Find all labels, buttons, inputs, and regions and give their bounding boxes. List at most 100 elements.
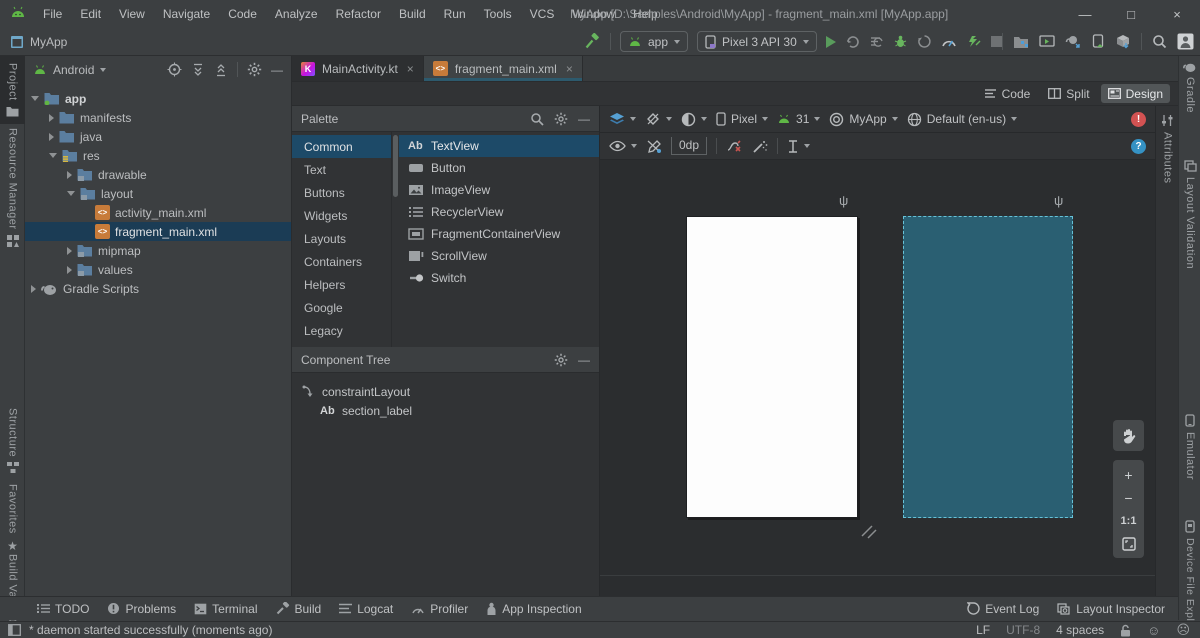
hide-panel-icon[interactable]: —	[578, 112, 590, 126]
category-text[interactable]: Text	[292, 158, 391, 181]
breadcrumb[interactable]: MyApp	[10, 28, 67, 56]
debug-icon[interactable]	[893, 34, 908, 49]
tree-row-gradle-scripts[interactable]: Gradle Scripts	[25, 279, 291, 298]
tree-item-constraintlayout[interactable]: constraintLayout	[292, 382, 599, 401]
palette-scrollbar[interactable]	[392, 132, 399, 347]
component-button[interactable]: Button	[399, 157, 599, 179]
autoconnect-off-icon[interactable]	[646, 139, 662, 154]
chevron-collapsed-icon[interactable]	[67, 170, 72, 179]
tool-window-build[interactable]: Build	[267, 597, 331, 621]
zoom-to-fit-button[interactable]	[1113, 532, 1144, 555]
build-hammer-icon[interactable]	[584, 33, 601, 50]
help-button[interactable]: ?	[1131, 138, 1146, 154]
orientation-selector[interactable]	[645, 111, 672, 127]
pack-align-selector[interactable]	[787, 139, 811, 154]
default-margin-button[interactable]: 0dp	[671, 137, 708, 155]
tree-row-layout[interactable]: layout	[25, 184, 291, 203]
gear-icon[interactable]	[554, 353, 568, 367]
chevron-collapsed-icon[interactable]	[49, 113, 54, 122]
tool-window-gradle[interactable]: Gradle	[1179, 62, 1200, 113]
category-widgets[interactable]: Widgets	[292, 204, 391, 227]
device-selector[interactable]: Pixel 3 API 30	[697, 31, 817, 52]
error-indicator[interactable]: !	[1131, 111, 1146, 127]
menu-tools[interactable]: Tools	[475, 0, 521, 28]
tool-window-layout-validation[interactable]: Layout Validation	[1179, 160, 1200, 269]
menu-view[interactable]: View	[110, 0, 154, 28]
apply-code-changes-icon[interactable]	[917, 34, 932, 49]
design-view-device[interactable]	[686, 216, 858, 518]
sdk-manager-icon[interactable]	[1115, 34, 1131, 49]
menu-edit[interactable]: Edit	[71, 0, 110, 28]
menu-code[interactable]: Code	[219, 0, 266, 28]
chevron-expanded-icon[interactable]	[49, 153, 57, 158]
chevron-collapsed-icon[interactable]	[31, 284, 36, 293]
tree-item-section-label[interactable]: Ab section_label	[292, 401, 599, 420]
theme-selector[interactable]: MyApp	[829, 112, 898, 127]
category-buttons[interactable]: Buttons	[292, 181, 391, 204]
design-surface-selector[interactable]	[609, 112, 636, 126]
tool-window-favorites[interactable]: Favorites ★	[0, 484, 25, 553]
tree-row-fragment-main[interactable]: <> fragment_main.xml	[25, 222, 291, 241]
tool-window-layout-inspector[interactable]: Layout Inspector	[1048, 597, 1174, 621]
chevron-collapsed-icon[interactable]	[49, 132, 54, 141]
zoom-out-button[interactable]: −	[1113, 486, 1144, 509]
gradle-sync-icon[interactable]	[1065, 34, 1082, 49]
rerun-icon[interactable]	[845, 34, 860, 49]
tool-window-event-log[interactable]: Event Log	[958, 597, 1048, 621]
design-surface[interactable]: ψ ψ + − 1:1	[600, 160, 1155, 596]
menu-navigate[interactable]: Navigate	[154, 0, 219, 28]
view-options[interactable]	[609, 140, 637, 152]
run-config-selector[interactable]: app	[620, 31, 689, 52]
tool-window-app-inspection[interactable]: App Inspection	[477, 597, 590, 621]
collapse-all-icon[interactable]	[214, 63, 228, 77]
tree-row-app[interactable]: app	[25, 89, 291, 108]
resize-canvas-handle[interactable]	[858, 522, 880, 540]
api-version-selector[interactable]: 31	[777, 112, 821, 126]
menu-analyze[interactable]: Analyze	[266, 0, 327, 28]
tool-window-problems[interactable]: Problems	[98, 597, 185, 621]
tool-window-project[interactable]: Project	[0, 56, 25, 124]
profile-gauge-icon[interactable]	[941, 34, 957, 49]
stop-button[interactable]	[990, 36, 1002, 47]
tool-window-emulator[interactable]: Emulator	[1179, 414, 1200, 480]
tree-row-mipmap[interactable]: mipmap	[25, 241, 291, 260]
frowny-feedback-icon[interactable]: ☹	[1176, 622, 1190, 638]
run-device-selector-icon[interactable]	[1092, 34, 1105, 49]
hide-panel-icon[interactable]: —	[578, 353, 590, 367]
device-manager-icon[interactable]	[1013, 34, 1029, 49]
component-switch[interactable]: Switch	[399, 267, 599, 289]
category-common[interactable]: Common	[292, 135, 391, 158]
tree-row-res[interactable]: res	[25, 146, 291, 165]
menu-file[interactable]: File	[34, 0, 71, 28]
tool-window-todo[interactable]: TODO	[28, 597, 98, 621]
avd-manager-icon[interactable]	[1039, 34, 1055, 49]
menu-build[interactable]: Build	[390, 0, 435, 28]
tree-row-manifests[interactable]: manifests	[25, 108, 291, 127]
zoom-in-button[interactable]: +	[1113, 463, 1144, 486]
chevron-expanded-icon[interactable]	[67, 191, 75, 196]
attach-profiler-icon[interactable]	[966, 34, 982, 49]
line-ending-indicator[interactable]: LF	[976, 623, 990, 637]
scrollbar-thumb[interactable]	[393, 135, 398, 197]
menu-refactor[interactable]: Refactor	[327, 0, 390, 28]
menu-vcs[interactable]: VCS	[521, 0, 564, 28]
night-mode-selector[interactable]	[681, 112, 707, 127]
category-layouts[interactable]: Layouts	[292, 227, 391, 250]
device-for-preview[interactable]: Pixel	[716, 112, 769, 126]
category-legacy[interactable]: Legacy	[292, 319, 391, 342]
tree-row-java[interactable]: java	[25, 127, 291, 146]
chevron-expanded-icon[interactable]	[31, 96, 39, 101]
menu-run[interactable]: Run	[435, 0, 475, 28]
tree-row-values[interactable]: values	[25, 260, 291, 279]
tree-row-activity-main[interactable]: <> activity_main.xml	[25, 203, 291, 222]
minimize-button[interactable]: —	[1062, 0, 1108, 28]
infer-constraints-icon[interactable]	[752, 139, 768, 154]
expand-all-icon[interactable]	[191, 63, 205, 77]
component-imageview[interactable]: ImageView	[399, 179, 599, 201]
tab-fragment-main[interactable]: <> fragment_main.xml ×	[423, 56, 583, 81]
close-button[interactable]: ×	[1154, 0, 1200, 28]
gear-icon[interactable]	[247, 62, 262, 77]
maximize-button[interactable]: □	[1108, 0, 1154, 28]
tool-window-logcat[interactable]: Logcat	[330, 597, 402, 621]
chevron-down-icon[interactable]	[100, 67, 107, 72]
